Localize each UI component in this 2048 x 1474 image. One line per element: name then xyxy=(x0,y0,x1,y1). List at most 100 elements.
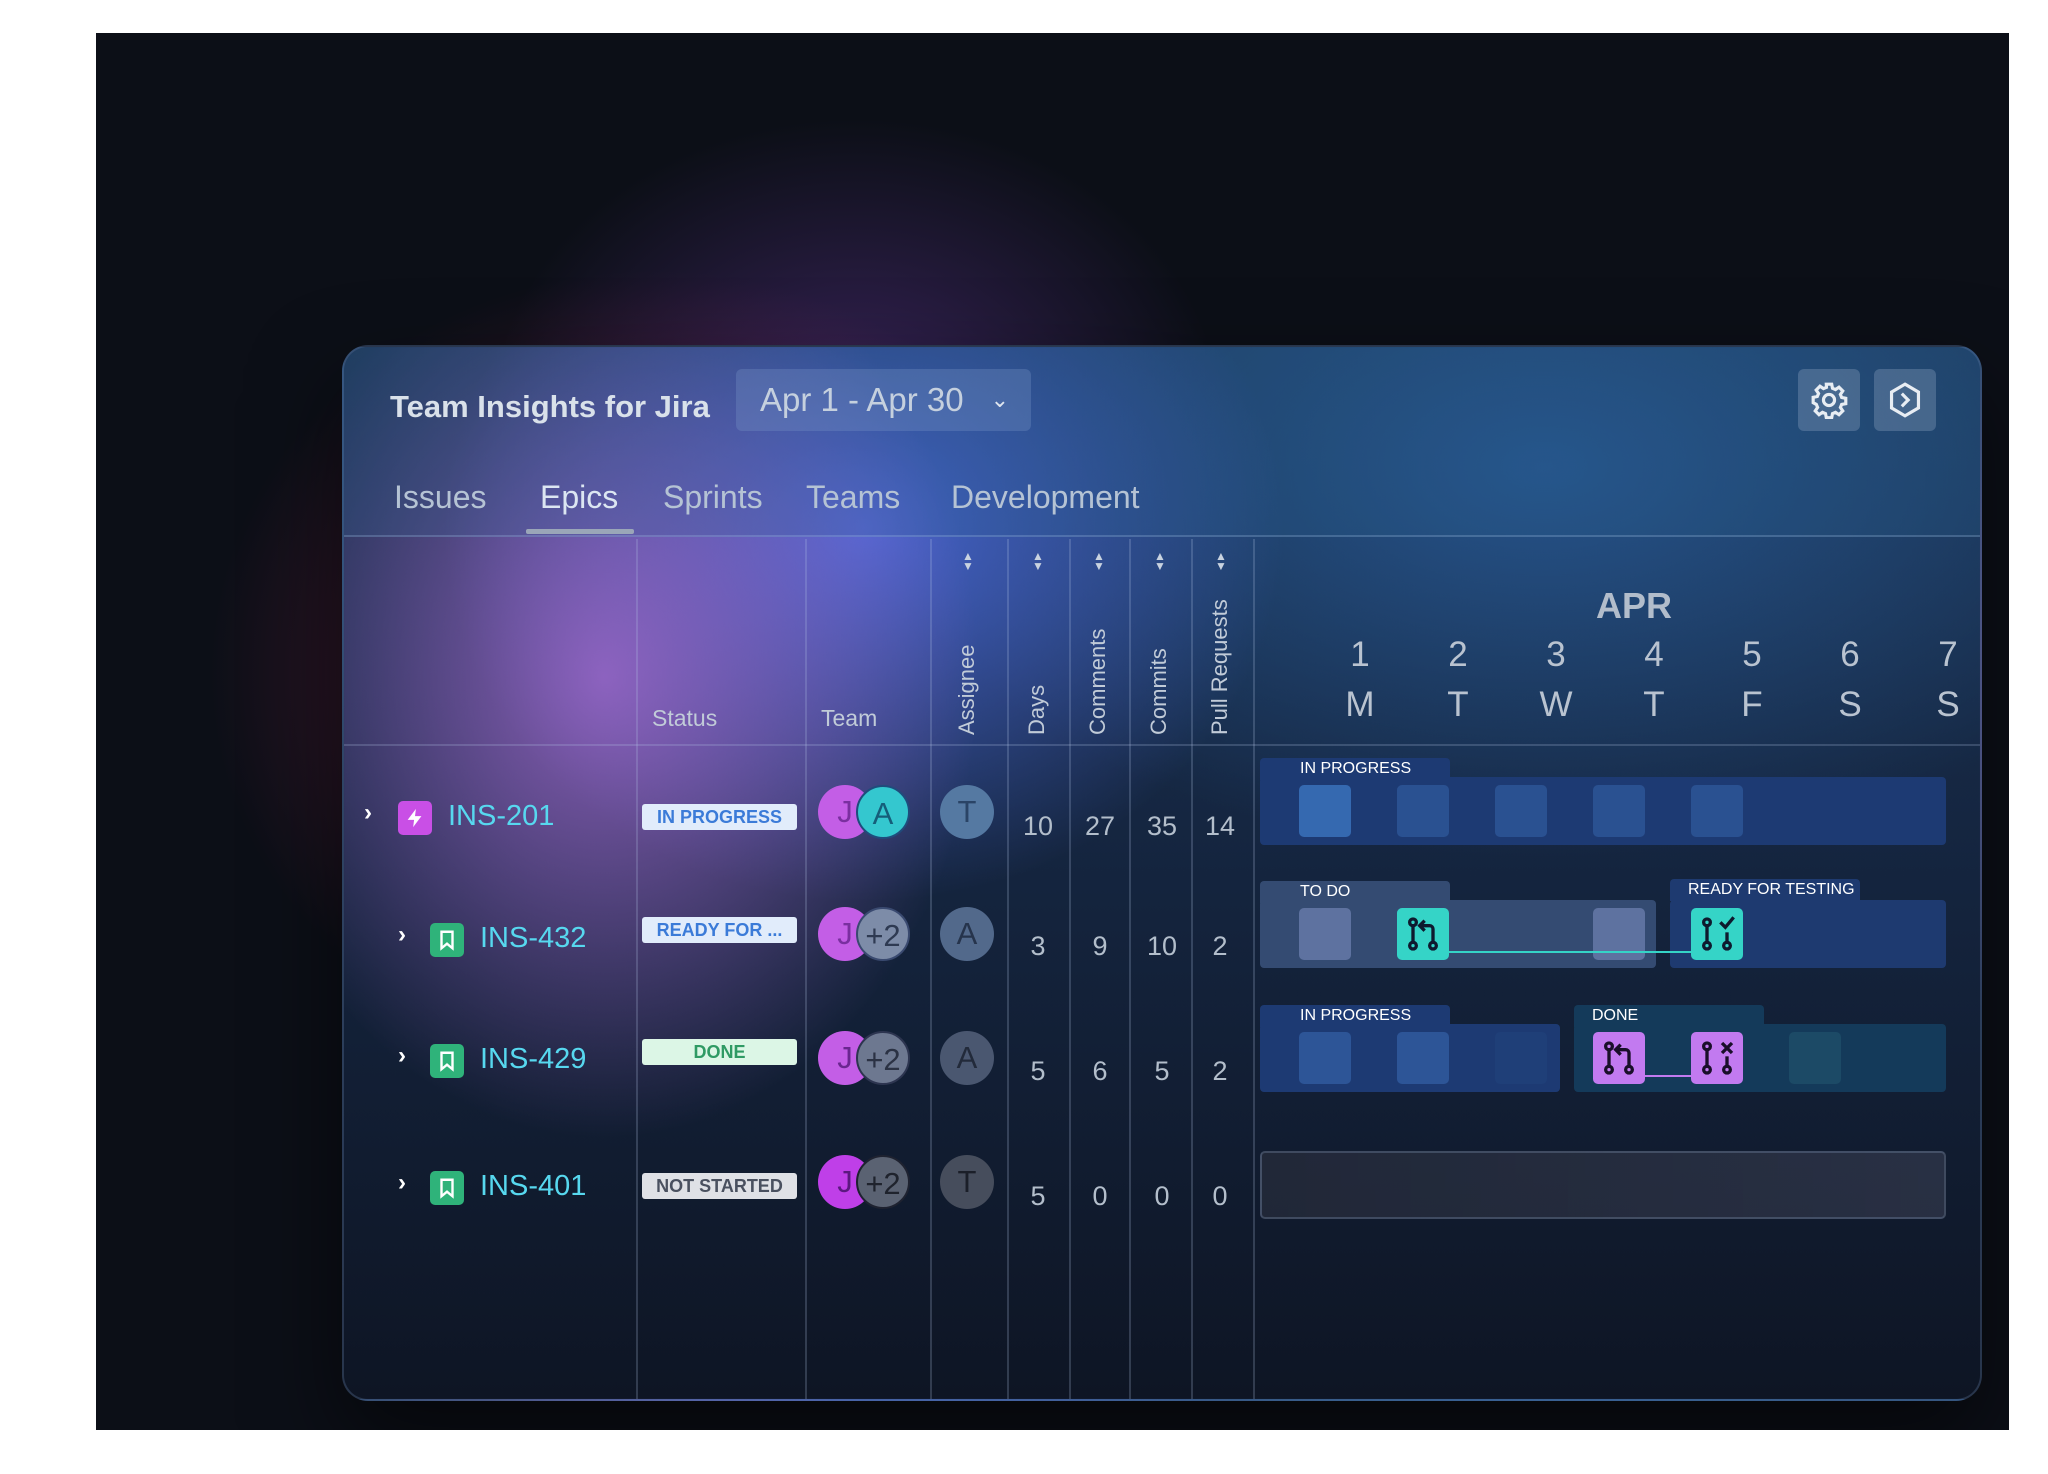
timeline-segment-label: READY FOR TESTING xyxy=(1670,879,1860,901)
app-title: Team Insights for Jira xyxy=(390,389,710,424)
comments-value: 27 xyxy=(1084,811,1116,841)
timeline-day-cell[interactable] xyxy=(1495,785,1547,837)
app-logo-button[interactable] xyxy=(1874,369,1936,431)
avatar[interactable]: A xyxy=(940,907,994,961)
comments-value: 6 xyxy=(1092,1056,1108,1086)
column-header-assignee-label: Assignee xyxy=(954,644,979,735)
chevron-right-icon[interactable]: › xyxy=(392,921,412,949)
timeline-day-cell[interactable] xyxy=(1691,785,1743,837)
status-badge: NOT STARTED xyxy=(642,1173,797,1199)
timeline-day-cell[interactable] xyxy=(1299,785,1351,837)
avatar[interactable]: +2 xyxy=(856,907,910,961)
column-header-pull-requests-label: Pull Requests xyxy=(1207,599,1232,735)
pull-requests-value: 2 xyxy=(1212,1056,1228,1086)
team-insights-panel: Team Insights for Jira Apr 1 - Apr 30 ⌄ … xyxy=(342,345,1982,1401)
column-divider xyxy=(805,539,807,1399)
timeline-day-cell[interactable] xyxy=(1495,1032,1547,1084)
active-tab-indicator xyxy=(526,529,634,534)
column-header-commits[interactable]: ▲ ▼ Commits xyxy=(1130,545,1190,735)
sort-icon: ▲ ▼ xyxy=(1032,549,1044,573)
days-value: 5 xyxy=(1030,1181,1046,1211)
pr-connector-line xyxy=(1449,951,1691,953)
bookmark-icon xyxy=(430,923,464,957)
avatar[interactable]: T xyxy=(940,1155,994,1209)
timeline-segment-label: DONE xyxy=(1574,1005,1764,1027)
timeline-day-cell[interactable] xyxy=(1299,1032,1351,1084)
pull-requests-value: 0 xyxy=(1212,1181,1228,1211)
timeline-segment-label: TO DO xyxy=(1260,881,1450,903)
timeline-day-cell[interactable] xyxy=(1789,1032,1841,1084)
issue-key-link[interactable]: INS-201 xyxy=(448,800,554,833)
column-header-comments[interactable]: ▲ ▼ Comments xyxy=(1069,545,1129,735)
issue-key-link[interactable]: INS-432 xyxy=(480,922,586,955)
pull-requests-value: 2 xyxy=(1212,931,1228,961)
status-badge: DONE xyxy=(642,1039,797,1065)
status-badge: READY FOR ... xyxy=(642,917,797,943)
calendar-month: APR xyxy=(1595,585,1672,626)
bookmark-icon xyxy=(430,1044,464,1078)
sort-icon: ▲ ▼ xyxy=(1093,549,1105,573)
tab-epics[interactable]: Epics xyxy=(540,475,618,519)
timeline-day-cell[interactable] xyxy=(1397,1032,1449,1084)
calendar-day-letter: S xyxy=(1936,685,1960,724)
timeline-day-cell[interactable] xyxy=(1593,785,1645,837)
calendar-day-number: 4 xyxy=(1644,635,1664,674)
comments-value: 0 xyxy=(1092,1181,1108,1211)
timeline-day-cell[interactable] xyxy=(1299,908,1351,960)
issue-key-link[interactable]: INS-429 xyxy=(480,1043,586,1076)
column-divider xyxy=(930,539,932,1399)
column-header-days[interactable]: ▲ ▼ Days xyxy=(1008,545,1068,735)
column-header-commits-label: Commits xyxy=(1146,648,1171,735)
column-divider xyxy=(1253,539,1255,1399)
column-divider xyxy=(636,539,638,1399)
avatar[interactable]: +2 xyxy=(856,1031,910,1085)
chevron-right-icon[interactable]: › xyxy=(392,1042,412,1070)
avatar[interactable]: T xyxy=(940,785,994,839)
days-value: 5 xyxy=(1030,1056,1046,1086)
column-header-team[interactable]: Team xyxy=(821,705,877,732)
chevron-right-icon[interactable]: › xyxy=(358,799,378,827)
date-range-dropdown[interactable]: Apr 1 - Apr 30 ⌄ xyxy=(736,369,1031,431)
calendar-day-number: 5 xyxy=(1742,635,1762,674)
table-header-divider xyxy=(344,744,1980,746)
chevron-right-icon[interactable]: › xyxy=(392,1169,412,1197)
timeline-track-empty[interactable] xyxy=(1260,1151,1946,1219)
calendar-day-letter: M xyxy=(1345,685,1375,724)
calendar-day-number: 1 xyxy=(1350,635,1370,674)
column-header-status[interactable]: Status xyxy=(652,705,717,732)
avatar[interactable]: A xyxy=(940,1031,994,1085)
commits-value: 10 xyxy=(1146,931,1178,961)
calendar-day-number: 3 xyxy=(1546,635,1566,674)
days-value: 3 xyxy=(1030,931,1046,961)
issue-key-link[interactable]: INS-401 xyxy=(480,1170,586,1203)
hexagon-logo-icon xyxy=(1889,382,1921,418)
comments-value: 9 xyxy=(1092,931,1108,961)
status-badge: IN PROGRESS xyxy=(642,804,797,830)
pull-request-closed-icon[interactable] xyxy=(1691,1032,1743,1084)
settings-button[interactable] xyxy=(1798,369,1860,431)
timeline-segment-label: IN PROGRESS xyxy=(1260,1005,1450,1027)
column-header-days-label: Days xyxy=(1024,684,1049,735)
sort-icon: ▲ ▼ xyxy=(1215,549,1227,573)
date-range-value: Apr 1 - Apr 30 xyxy=(760,381,964,418)
avatar[interactable]: +2 xyxy=(856,1155,910,1209)
calendar-day-letter: T xyxy=(1447,685,1469,724)
pull-requests-value: 14 xyxy=(1204,811,1236,841)
calendar-day-number: 7 xyxy=(1938,635,1958,674)
avatar[interactable]: A xyxy=(856,785,910,839)
tab-teams[interactable]: Teams xyxy=(806,475,900,519)
pr-connector-line xyxy=(1644,1075,1694,1077)
tab-development[interactable]: Development xyxy=(951,475,1140,519)
column-header-assignee[interactable]: ▲ ▼ Assignee xyxy=(938,545,998,735)
tab-sprints[interactable]: Sprints xyxy=(663,475,763,519)
calendar-day-letter: F xyxy=(1741,685,1763,724)
timeline-day-cell[interactable] xyxy=(1397,785,1449,837)
gear-icon xyxy=(1811,382,1848,419)
calendar-day-number: 2 xyxy=(1448,635,1468,674)
pull-request-icon[interactable] xyxy=(1593,1032,1645,1084)
pull-request-approved-icon[interactable] xyxy=(1691,908,1743,960)
column-header-pull-requests[interactable]: ▲ ▼ Pull Requests xyxy=(1191,545,1251,735)
tab-issues[interactable]: Issues xyxy=(394,475,486,519)
pull-request-icon[interactable] xyxy=(1397,908,1449,960)
calendar-day-letter: T xyxy=(1643,685,1665,724)
